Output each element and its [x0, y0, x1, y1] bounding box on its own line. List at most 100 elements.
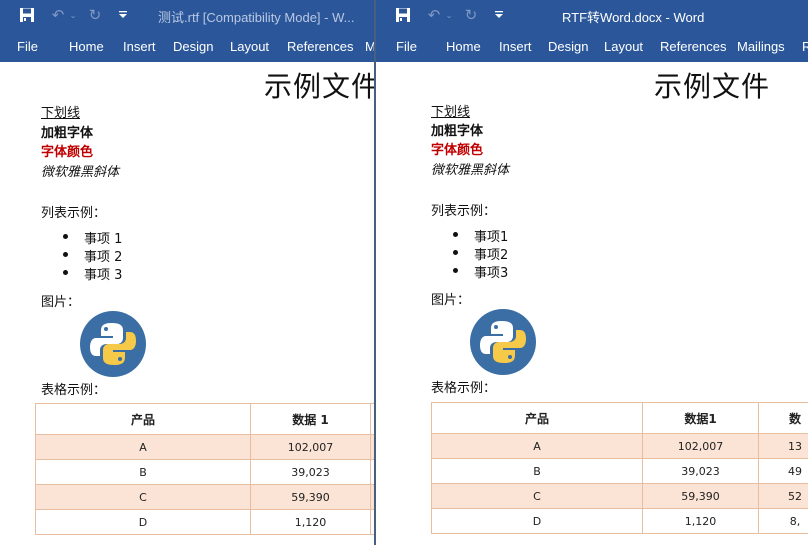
- table-header-row: 产品 数据 1: [35, 403, 374, 435]
- list-item: 事项 3: [84, 268, 123, 283]
- tab-mailings[interactable]: M: [365, 39, 374, 54]
- document-title: 测试.rtf [Compatibility Mode] - W...: [158, 10, 355, 25]
- table-row: C 59,390: [35, 484, 374, 510]
- table-cell: B: [431, 458, 643, 484]
- tab-layout[interactable]: Layout: [604, 39, 643, 54]
- tab-review[interactable]: R: [802, 39, 808, 54]
- data-table: 产品 数据1 数 A 102,007 13 B 39,023 49 C 59,3…: [431, 402, 808, 534]
- table-cell: 59,390: [250, 484, 371, 510]
- bullet-icon: [453, 268, 458, 273]
- tab-references[interactable]: References: [660, 39, 726, 54]
- tab-file[interactable]: File: [17, 39, 38, 54]
- image-label: 图片：: [41, 295, 81, 310]
- table-row: B 39,023: [35, 459, 374, 485]
- document-page[interactable]: 示例文件 下划线 加粗字体 字体颜色 微软雅黑斜体 列表示例： 事项1 事项2 …: [376, 62, 808, 545]
- tab-home[interactable]: Home: [69, 39, 104, 54]
- table-cell: 39,023: [250, 459, 371, 485]
- list-label: 列表示例：: [41, 206, 107, 221]
- tab-mailings[interactable]: Mailings: [737, 39, 785, 54]
- word-window-rtf: ↶ ⌄ ↻ 测试.rtf [Compatibility Mode] - W...…: [0, 0, 374, 545]
- table-cell: 39,023: [642, 458, 759, 484]
- image-label: 图片：: [431, 293, 471, 308]
- tab-insert[interactable]: Insert: [499, 39, 532, 54]
- bullet-icon: [63, 234, 68, 239]
- document-heading: 示例文件: [264, 70, 374, 103]
- list-item: 事项 1: [84, 232, 123, 247]
- undo-icon[interactable]: ↶: [424, 6, 444, 24]
- bold-text: 加粗字体: [431, 124, 484, 139]
- title-bar: ↶ ⌄ ↻ 测试.rtf [Compatibility Mode] - W...: [0, 0, 374, 31]
- list-item: 事项2: [474, 248, 509, 263]
- table-label: 表格示例：: [431, 381, 497, 396]
- undo-dropdown-icon[interactable]: ⌄: [69, 6, 77, 24]
- document-title: RTF转Word.docx - Word: [562, 10, 705, 25]
- table-row: A 102,007: [35, 434, 374, 460]
- tab-home[interactable]: Home: [446, 39, 481, 54]
- tab-insert[interactable]: Insert: [123, 39, 156, 54]
- word-window-docx: ↶ ⌄ ↻ RTF转Word.docx - Word File Home Ins…: [376, 0, 808, 545]
- customize-qat-icon[interactable]: [118, 6, 128, 24]
- ribbon-tabs: File Home Insert Design Layout Reference…: [376, 31, 808, 62]
- undo-icon[interactable]: ↶: [48, 6, 68, 24]
- table-label: 表格示例：: [41, 383, 107, 398]
- data-table: 产品 数据 1 A 102,007 B 39,023 C 59,390 D 1,…: [35, 403, 374, 535]
- italic-text: 微软雅黑斜体: [41, 165, 120, 180]
- table-cell: 49: [758, 458, 808, 484]
- table-cell: B: [35, 459, 251, 485]
- table-header-row: 产品 数据1 数: [431, 402, 808, 434]
- table-row: D 1,120: [35, 509, 374, 535]
- table-cell: 102,007: [250, 434, 371, 460]
- python-logo-image[interactable]: [469, 308, 537, 376]
- table-header-cell: 产品: [35, 403, 251, 435]
- colored-text: 字体颜色: [41, 145, 94, 160]
- table-cell: D: [431, 508, 643, 534]
- customize-qat-icon[interactable]: [494, 6, 504, 24]
- document-heading: 示例文件: [654, 70, 771, 103]
- python-logo-image[interactable]: [79, 310, 147, 378]
- bullet-icon: [63, 270, 68, 275]
- title-bar: ↶ ⌄ ↻ RTF转Word.docx - Word: [376, 0, 808, 31]
- redo-icon[interactable]: ↻: [86, 6, 104, 24]
- save-icon[interactable]: [18, 6, 36, 24]
- table-cell: D: [35, 509, 251, 535]
- tab-references[interactable]: References: [287, 39, 353, 54]
- tab-layout[interactable]: Layout: [230, 39, 269, 54]
- bullet-icon: [453, 250, 458, 255]
- italic-text: 微软雅黑斜体: [431, 163, 510, 178]
- table-cell: 52: [758, 483, 808, 509]
- table-header-cell: 产品: [431, 402, 643, 434]
- table-header-cell: 数据1: [642, 402, 759, 434]
- table-cell: A: [35, 434, 251, 460]
- table-cell: 102,007: [642, 433, 759, 459]
- table-header-cell: 数据 1: [250, 403, 371, 435]
- table-cell: C: [35, 484, 251, 510]
- undo-dropdown-icon[interactable]: ⌄: [445, 6, 453, 24]
- bullet-icon: [453, 232, 458, 237]
- table-header-cell: 数: [758, 402, 808, 434]
- table-row: B 39,023 49: [431, 458, 808, 484]
- table-row: C 59,390 52: [431, 483, 808, 509]
- underline-text: 下划线: [431, 105, 471, 120]
- list-item: 事项 2: [84, 250, 123, 265]
- tab-design[interactable]: Design: [548, 39, 588, 54]
- table-row: D 1,120 8,: [431, 508, 808, 534]
- table-cell: 1,120: [250, 509, 371, 535]
- table-row: A 102,007 13: [431, 433, 808, 459]
- table-cell: 1,120: [642, 508, 759, 534]
- bullet-icon: [63, 252, 68, 257]
- table-cell: 13: [758, 433, 808, 459]
- bold-text: 加粗字体: [41, 126, 94, 141]
- underline-text: 下划线: [41, 106, 81, 121]
- tab-file[interactable]: File: [396, 39, 417, 54]
- save-icon[interactable]: [394, 6, 412, 24]
- table-cell: A: [431, 433, 643, 459]
- tab-design[interactable]: Design: [173, 39, 213, 54]
- redo-icon[interactable]: ↻: [462, 6, 480, 24]
- document-page[interactable]: 示例文件 下划线 加粗字体 字体颜色 微软雅黑斜体 列表示例： 事项 1 事项 …: [0, 62, 374, 545]
- list-item: 事项3: [474, 266, 509, 281]
- colored-text: 字体颜色: [431, 143, 484, 158]
- list-item: 事项1: [474, 230, 509, 245]
- table-cell: 8,: [758, 508, 808, 534]
- list-label: 列表示例：: [431, 204, 497, 219]
- table-cell: C: [431, 483, 643, 509]
